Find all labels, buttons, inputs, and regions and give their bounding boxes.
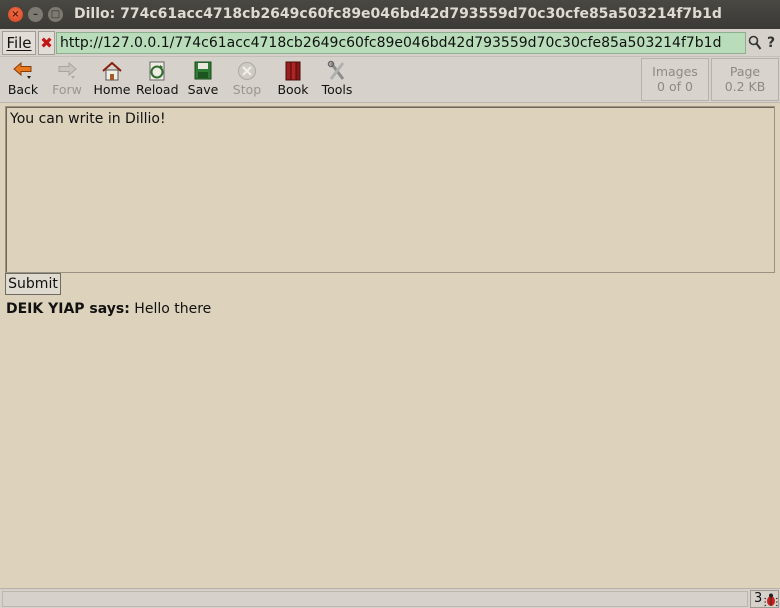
file-menu-button[interactable]: File <box>2 31 36 55</box>
window-maximize-button[interactable]: □ <box>48 7 63 22</box>
bug-icon <box>764 593 778 607</box>
home-label: Home <box>93 82 131 97</box>
images-label: Images <box>652 64 698 79</box>
help-icon: ? <box>766 35 776 51</box>
search-button[interactable] <box>746 31 763 55</box>
page-label: Page <box>729 64 761 79</box>
images-counter: Images 0 of 0 <box>641 58 709 101</box>
message-textarea[interactable]: You can write in Dillio! <box>5 106 775 273</box>
back-button[interactable]: Back <box>6 60 40 100</box>
back-label: Back <box>7 82 39 97</box>
stop-button[interactable]: Stop <box>229 60 265 100</box>
save-label: Save <box>187 82 219 97</box>
bug-count: 3 <box>754 591 763 606</box>
close-icon: × <box>11 9 20 20</box>
stop-icon <box>238 62 256 80</box>
status-bar: 3 <box>0 588 780 608</box>
page-content: You can write in Dillio! Submit DEIK YIA… <box>0 104 780 588</box>
reload-button[interactable]: Reload <box>136 60 179 100</box>
bookmarks-icon <box>285 61 301 81</box>
reload-icon <box>149 61 165 81</box>
window-titlebar: × – □ Dillo: 774c61acc4718cb2649c60fc89e… <box>0 0 780 29</box>
page-value: 0.2 KB <box>724 79 766 94</box>
reload-label: Reload <box>136 82 179 97</box>
tools-label: Tools <box>321 82 353 97</box>
message-text: Hello there <box>134 301 212 317</box>
home-button[interactable]: Home <box>93 60 131 100</box>
maximize-icon: □ <box>50 9 61 20</box>
clear-url-button[interactable]: ✖ <box>38 31 55 55</box>
toolbar: Back Forw Home Reload Save Stop Book Too… <box>0 57 780 103</box>
chat-message: DEIK YIAP says: Hello there <box>6 301 211 317</box>
page-size-counter: Page 0.2 KB <box>711 58 779 101</box>
help-button[interactable]: ? <box>763 31 779 55</box>
message-author: DEIK YIAP says: <box>6 301 130 317</box>
bug-meter-button[interactable]: 3 <box>750 590 779 608</box>
minimize-icon: – <box>33 9 38 20</box>
window-minimize-button[interactable]: – <box>28 7 43 22</box>
back-arrow-icon <box>13 61 32 79</box>
save-button[interactable]: Save <box>185 60 221 100</box>
clear-url-icon: ✖ <box>40 34 53 52</box>
submit-button[interactable]: Submit <box>5 273 61 295</box>
forward-button[interactable]: Forw <box>50 60 84 100</box>
tools-icon <box>327 60 345 80</box>
bookmarks-button[interactable]: Book <box>275 60 311 100</box>
window-title: Dillo: 774c61acc4718cb2649c60fc89e046bd4… <box>74 6 722 22</box>
forward-arrow-icon <box>58 61 77 79</box>
tools-button[interactable]: Tools <box>318 60 356 100</box>
url-input[interactable] <box>56 32 746 54</box>
save-disk-icon <box>194 61 212 80</box>
images-value: 0 of 0 <box>657 79 693 94</box>
home-icon <box>102 61 122 81</box>
stop-label: Stop <box>232 82 262 97</box>
status-text <box>2 591 748 607</box>
search-icon <box>748 35 761 50</box>
window-close-button[interactable]: × <box>8 7 23 22</box>
location-bar: File ✖ ? <box>0 29 780 57</box>
forward-label: Forw <box>52 82 82 97</box>
bookmarks-label: Book <box>277 82 309 97</box>
